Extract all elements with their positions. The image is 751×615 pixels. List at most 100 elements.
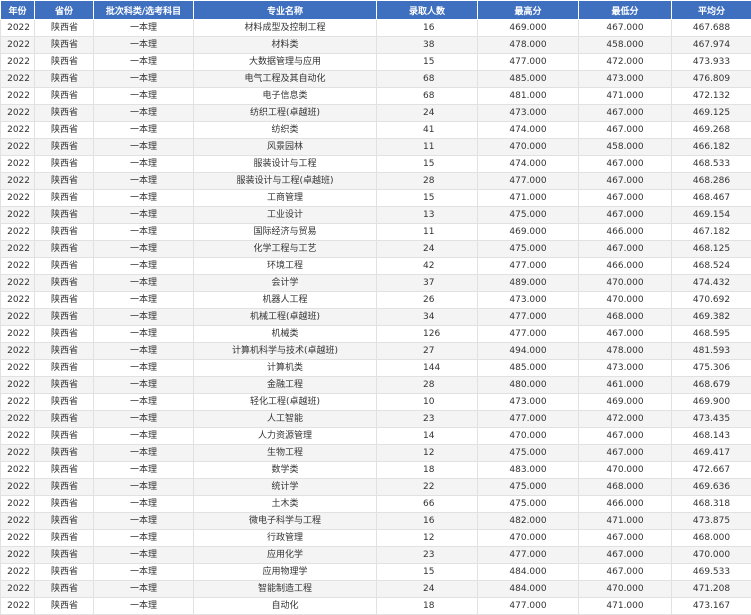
province-cell: 陕西省: [34, 478, 94, 496]
average-score-cell: 473.435: [671, 410, 751, 428]
highest-score-cell: 477.000: [477, 597, 579, 615]
admitted-count-cell: 24: [376, 104, 478, 122]
average-score-cell: 476.809: [671, 70, 751, 88]
highest-score-cell: 475.000: [477, 495, 579, 513]
table-row: 2022 陕西省 一本理 机械类 126 477.000 467.000 468.595: [0, 325, 751, 343]
header-average-score[interactable]: 平均分: [671, 0, 751, 20]
table-row: 2022 陕西省 一本理 材料成型及控制工程 16 469.000 467.000 467.6…: [0, 19, 751, 37]
province-cell: 陕西省: [34, 223, 94, 241]
header-lowest-score[interactable]: 最低分: [578, 0, 672, 20]
lowest-score-cell: 467.000: [578, 104, 672, 122]
admitted-count-cell: 23: [376, 410, 478, 428]
year-cell: 2022: [0, 87, 35, 105]
year-cell: 2022: [0, 359, 35, 377]
year-cell: 2022: [0, 36, 35, 54]
province-cell: 陕西省: [34, 444, 94, 462]
major-cell: 机械类: [193, 325, 377, 343]
highest-score-cell: 473.000: [477, 104, 579, 122]
year-cell: 2022: [0, 172, 35, 190]
lowest-score-cell: 470.000: [578, 274, 672, 292]
table-row: 2022 陕西省 一本理 土木类 66 475.000 466.000 468.318: [0, 495, 751, 513]
year-cell: 2022: [0, 240, 35, 258]
province-cell: 陕西省: [34, 580, 94, 598]
table-row: 2022 陕西省 一本理 化学工程与工艺 24 475.000 467.000 468.125: [0, 240, 751, 258]
highest-score-cell: 477.000: [477, 308, 579, 326]
major-cell: 人工智能: [193, 410, 377, 428]
average-score-cell: 468.318: [671, 495, 751, 513]
lowest-score-cell: 466.000: [578, 495, 672, 513]
batch-cell: 一本理: [93, 359, 194, 377]
major-cell: 机器人工程: [193, 291, 377, 309]
table-row: 2022 陕西省 一本理 工业设计 13 475.000 467.000 469.154: [0, 206, 751, 224]
lowest-score-cell: 467.000: [578, 427, 672, 445]
lowest-score-cell: 467.000: [578, 172, 672, 190]
admitted-count-cell: 68: [376, 87, 478, 105]
batch-cell: 一本理: [93, 597, 194, 615]
province-cell: 陕西省: [34, 512, 94, 530]
lowest-score-cell: 467.000: [578, 19, 672, 37]
batch-cell: 一本理: [93, 104, 194, 122]
average-score-cell: 468.524: [671, 257, 751, 275]
year-cell: 2022: [0, 155, 35, 173]
year-cell: 2022: [0, 546, 35, 564]
major-cell: 计算机科学与技术(卓越班): [193, 342, 377, 360]
highest-score-cell: 475.000: [477, 444, 579, 462]
lowest-score-cell: 470.000: [578, 580, 672, 598]
admitted-count-cell: 12: [376, 529, 478, 547]
province-cell: 陕西省: [34, 325, 94, 343]
highest-score-cell: 474.000: [477, 155, 579, 173]
lowest-score-cell: 461.000: [578, 376, 672, 394]
average-score-cell: 469.154: [671, 206, 751, 224]
average-score-cell: 469.382: [671, 308, 751, 326]
header-highest-score[interactable]: 最高分: [477, 0, 579, 20]
table-row: 2022 陕西省 一本理 纺织类 41 474.000 467.000 469.268: [0, 121, 751, 139]
table-row: 2022 陕西省 一本理 机械工程(卓越班) 34 477.000 468.000 469.3…: [0, 308, 751, 326]
major-cell: 大数据管理与应用: [193, 53, 377, 71]
highest-score-cell: 469.000: [477, 223, 579, 241]
province-cell: 陕西省: [34, 36, 94, 54]
table-row: 2022 陕西省 一本理 行政管理 12 470.000 467.000 468.000: [0, 529, 751, 547]
batch-cell: 一本理: [93, 495, 194, 513]
average-score-cell: 471.208: [671, 580, 751, 598]
average-score-cell: 466.182: [671, 138, 751, 156]
lowest-score-cell: 471.000: [578, 87, 672, 105]
admission-score-table: 年份 省份 批次科类/选考科目 专业名称 录取人数 最高分 最低分 平均分 20…: [0, 0, 751, 615]
lowest-score-cell: 467.000: [578, 529, 672, 547]
major-cell: 土木类: [193, 495, 377, 513]
year-cell: 2022: [0, 121, 35, 139]
province-cell: 陕西省: [34, 342, 94, 360]
highest-score-cell: 484.000: [477, 580, 579, 598]
province-cell: 陕西省: [34, 87, 94, 105]
major-cell: 智能制造工程: [193, 580, 377, 598]
province-cell: 陕西省: [34, 70, 94, 88]
major-cell: 生物工程: [193, 444, 377, 462]
year-cell: 2022: [0, 308, 35, 326]
admitted-count-cell: 15: [376, 189, 478, 207]
header-major-name[interactable]: 专业名称: [193, 0, 377, 20]
batch-cell: 一本理: [93, 223, 194, 241]
admitted-count-cell: 23: [376, 546, 478, 564]
highest-score-cell: 477.000: [477, 325, 579, 343]
header-batch-subject[interactable]: 批次科类/选考科目: [93, 0, 194, 20]
admitted-count-cell: 15: [376, 563, 478, 581]
table-row: 2022 陕西省 一本理 服装设计与工程 15 474.000 467.000 468.533: [0, 155, 751, 173]
header-admitted-count[interactable]: 录取人数: [376, 0, 478, 20]
year-cell: 2022: [0, 478, 35, 496]
header-province[interactable]: 省份: [34, 0, 94, 20]
major-cell: 材料类: [193, 36, 377, 54]
lowest-score-cell: 466.000: [578, 257, 672, 275]
highest-score-cell: 485.000: [477, 70, 579, 88]
admitted-count-cell: 11: [376, 138, 478, 156]
highest-score-cell: 469.000: [477, 19, 579, 37]
highest-score-cell: 470.000: [477, 138, 579, 156]
average-score-cell: 469.900: [671, 393, 751, 411]
highest-score-cell: 482.000: [477, 512, 579, 530]
average-score-cell: 468.467: [671, 189, 751, 207]
header-year[interactable]: 年份: [0, 0, 35, 20]
highest-score-cell: 473.000: [477, 291, 579, 309]
average-score-cell: 472.667: [671, 461, 751, 479]
highest-score-cell: 471.000: [477, 189, 579, 207]
year-cell: 2022: [0, 70, 35, 88]
batch-cell: 一本理: [93, 138, 194, 156]
average-score-cell: 469.125: [671, 104, 751, 122]
